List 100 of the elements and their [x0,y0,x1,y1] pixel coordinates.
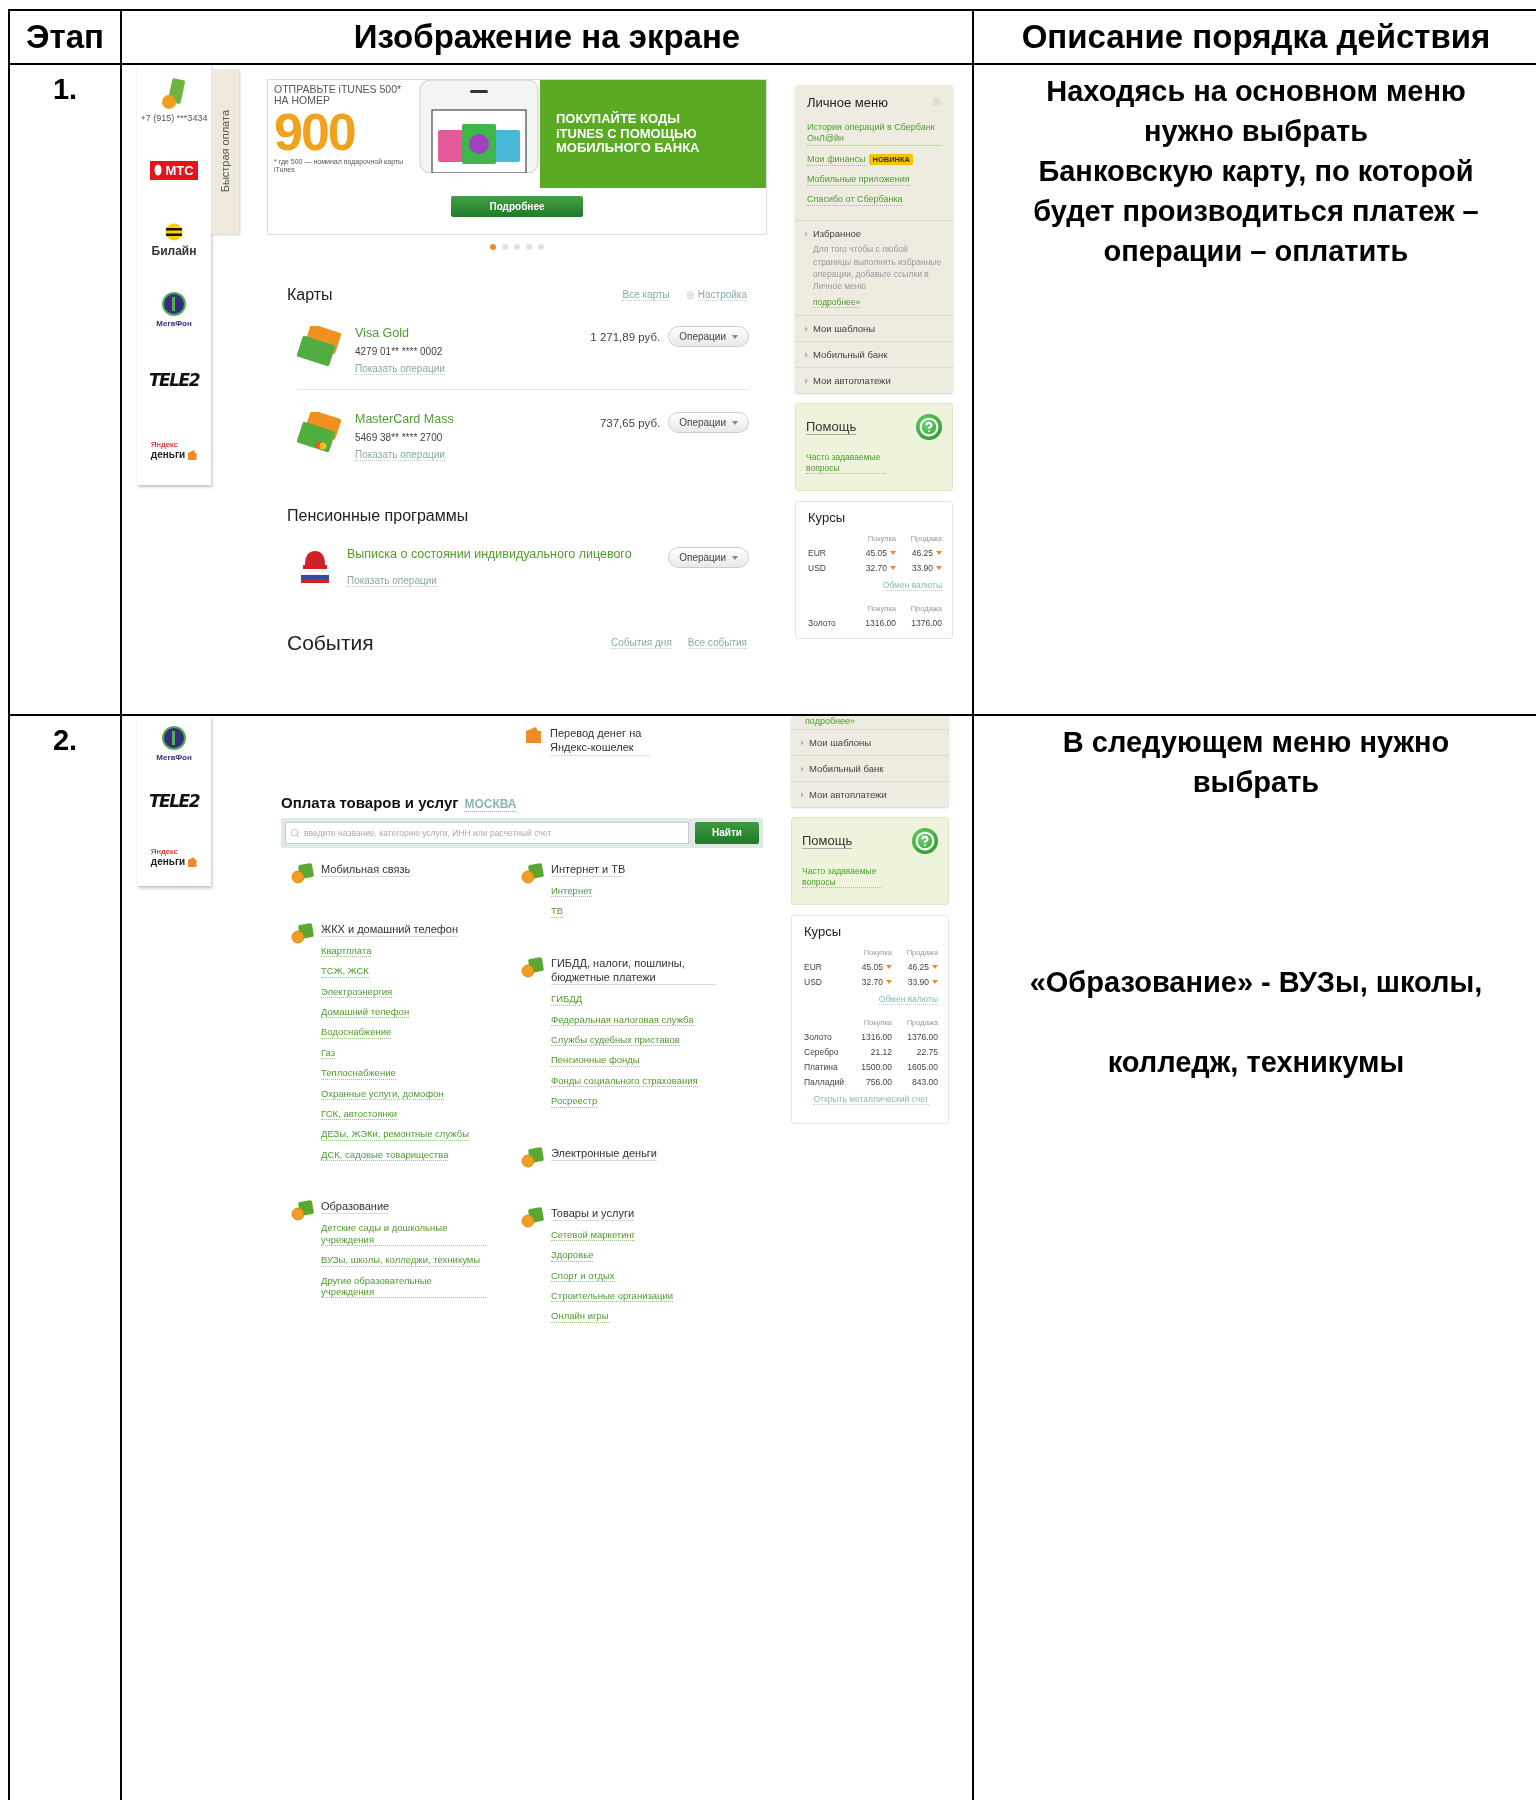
exchange-link[interactable]: Обмен валюты [878,994,938,1006]
events-link[interactable]: События дня [610,637,672,649]
operator-name[interactable]: МегаФон [156,753,192,763]
carousel-dot[interactable] [514,244,520,250]
menu-section-link[interactable]: Мобильный банк [809,763,884,774]
more-link[interactable]: подробнее» [791,716,949,729]
panel-title[interactable]: Помощь [806,419,857,436]
category-link[interactable]: Интернет и ТВ [551,861,626,877]
metal-account-link[interactable]: Открыть металлический счет [813,1094,929,1106]
more-link[interactable]: подробнее» [813,296,861,309]
operator-name[interactable]: TELE2 [149,370,199,390]
menu-link[interactable]: Мои финансы [807,153,866,166]
subcategory-link[interactable]: Водоснабжение [321,1026,392,1039]
phone-number[interactable]: +7 (915) ***3434 [140,112,208,123]
carousel-dot[interactable] [538,244,544,250]
category-link[interactable]: ЖКХ и домашний телефон [321,921,459,937]
operator-name[interactable]: деньги [150,856,186,868]
coin-with-tile-icon [291,921,315,944]
category-link[interactable]: Электронные деньги [551,1145,657,1161]
menu-link[interactable]: Спасибо от Сбербанка [807,194,903,207]
subcategory-link[interactable]: Пенсионные фонды [551,1054,640,1067]
subcategory-link[interactable]: Фонды социального страхования [551,1074,698,1088]
menu-section-link[interactable]: Мои шаблоны [809,737,872,748]
banner-text: НА НОМЕР [274,95,331,107]
operations-dropdown-button[interactable]: Операции [668,547,749,568]
subcategory-link[interactable]: Интернет [551,884,593,898]
subcategory-link[interactable]: Квартплата [321,944,372,958]
menu-section-link[interactable]: Мои автоплатежи [809,789,887,800]
card-name-link[interactable]: Visa Gold [355,326,591,340]
subcategory-link[interactable]: Охранные услуги, домофон [321,1087,444,1100]
subcategory-link[interactable]: Электроэнергия [321,985,393,999]
category-link[interactable]: ГИБДД, налоги, пошлины, бюджетные платежи [551,955,716,986]
category-link[interactable]: Мобильная связь [321,861,411,877]
rate-value: 32.70 [861,977,883,988]
faq-link[interactable]: Часто задаваемые вопросы [806,452,886,475]
subcategory-link[interactable]: Детские сады и дошкольные учреждения [321,1222,486,1247]
all-cards-link[interactable]: Все карты [622,289,670,301]
carousel-dot[interactable] [526,244,532,250]
operations-dropdown-button[interactable]: Операции [668,412,749,433]
category-link[interactable]: Товары и услуги [551,1205,635,1221]
menu-link[interactable]: Мобильные приложения [807,173,910,186]
subcategory-link[interactable]: ТВ [551,905,564,918]
menu-link[interactable]: История операций в Сбербанк ОнЛ@йн [807,122,941,146]
subcategory-link[interactable]: ВУЗы, школы, колледжи, техникумы [321,1254,481,1267]
rate-value: 756.00 [865,1077,892,1088]
operator-logo[interactable]: МТС [150,160,198,180]
carousel-dot[interactable] [502,244,508,250]
search-field[interactable]: введите название, категорию услуги, ИНН или расчетный счет [285,821,689,844]
subcategory-link[interactable]: Другие образовательные учреждения [321,1274,486,1299]
menu-section-link[interactable]: Мои шаблоны [813,323,876,335]
subcategory-link[interactable]: Онлайн игры [551,1310,609,1323]
show-operations-link[interactable]: Показать операции [355,449,445,461]
operator-name[interactable]: Билайн [151,243,197,258]
carousel-dot[interactable] [490,244,496,250]
subcategory-link[interactable]: ГСК, автостоянки [321,1108,398,1121]
menu-section-link[interactable]: Мои автоплатежи [813,375,891,387]
operations-dropdown-button[interactable]: Операции [668,326,749,347]
operator-name[interactable]: TELE2 [149,791,199,811]
details-button[interactable]: Подробнее [451,196,583,217]
subcategory-link[interactable]: Домашний телефон [321,1006,410,1019]
settings-icon[interactable] [932,98,941,107]
help-icon[interactable] [912,828,938,854]
subcategory-link[interactable]: Теплоснабжение [321,1067,396,1080]
subcategory-link[interactable]: ДСК, садовые товарищества [321,1148,449,1162]
subcategory-link[interactable]: ГИБДД [551,993,583,1006]
instruction-text: В следующем меню нужно выбрать [1062,725,1450,800]
region-link[interactable]: МОСКВА [464,796,517,812]
operator-name[interactable]: деньги [150,448,186,460]
events-link[interactable]: Все события [687,637,747,649]
subcategory-link[interactable]: ТСЖ, ЖСК [321,965,369,978]
card-name-link[interactable]: MasterCard Mass [355,412,600,426]
subcategory-link[interactable]: ДЕЗы, ЖЭКи, ремонтные службы [321,1128,469,1141]
find-button[interactable]: Найти [695,821,759,844]
subcategory-link[interactable]: Строительные организации [551,1290,674,1303]
subcategory-link[interactable]: Федеральная налоговая служба [551,1013,694,1027]
logo-text: МТС [165,162,194,178]
down-arrow-icon [936,566,942,571]
transfer-link[interactable]: Перевод денег на Яндекс-кошелек [550,726,650,756]
panel-title[interactable]: Помощь [802,833,853,849]
subcategory-link[interactable]: Росреестр [551,1095,598,1108]
statement-link[interactable]: Выписка о состоянии индивидуального лицевого [347,547,669,561]
settings-link[interactable]: Настройка [697,289,747,301]
exchange-link[interactable]: Обмен валюты [882,580,942,592]
show-operations-link[interactable]: Показать операции [355,363,445,375]
phone-with-coin-icon [161,77,187,110]
faq-link[interactable]: Часто задаваемые вопросы [802,866,882,889]
subcategory-link[interactable]: Газ [321,1046,336,1060]
subcategory-link[interactable]: Сетевой маркетинг [551,1228,636,1242]
subcategory-link[interactable]: Спорт и отдых [551,1269,615,1283]
category-link[interactable]: Образование [321,1199,390,1215]
subcategory-link[interactable]: Здоровье [551,1249,594,1262]
menu-section-link[interactable]: Мобильный банк [813,349,888,361]
operator-name[interactable]: МегаФон [156,319,192,328]
quick-pay-tab[interactable]: Быстрая оплата [211,69,239,234]
help-icon[interactable] [916,414,942,441]
show-operations-link[interactable]: Показать операции [347,575,437,587]
subcategory-link[interactable]: Службы судебных приставов [551,1034,680,1047]
menu-section-link[interactable]: Избранное [813,228,862,240]
banner-text: ОТПРАВЬТЕ iTUNES 500* [274,84,403,95]
currency-code: USD [804,977,823,988]
